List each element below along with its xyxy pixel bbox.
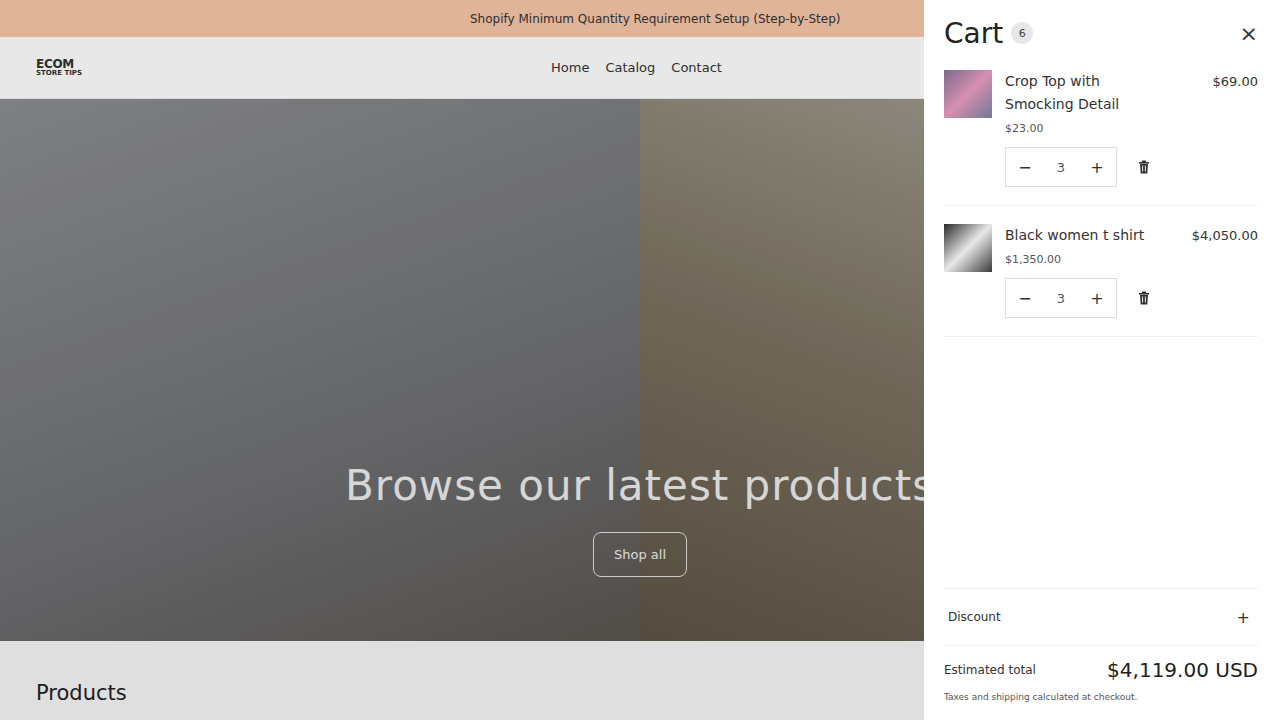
increase-button[interactable]: + [1082, 289, 1112, 308]
line-total: $69.00 [1213, 70, 1259, 135]
cart-count-badge: 6 [1011, 22, 1033, 44]
decrease-button[interactable]: − [1010, 158, 1040, 177]
cart-totals: Estimated total $4,119.00 USD Taxes and sh… [944, 646, 1258, 720]
close-button[interactable]: × [1240, 21, 1258, 46]
product-name[interactable]: Black women t shirt [1005, 224, 1144, 247]
cart-header: Cart 6 × [944, 0, 1258, 52]
cart-items: Crop Top with Smocking Detail $23.00 $69.0… [944, 52, 1258, 588]
product-name[interactable]: Crop Top with Smocking Detail [1005, 70, 1170, 116]
cart-title: Cart [944, 17, 1003, 50]
tax-note: Taxes and shipping calculated at checkou… [944, 692, 1258, 702]
discount-toggle[interactable]: + [1237, 608, 1250, 627]
product-thumbnail[interactable] [944, 70, 992, 118]
discount-label: Discount [948, 610, 1001, 624]
increase-button[interactable]: + [1082, 158, 1112, 177]
discount-row[interactable]: Discount + [944, 588, 1258, 646]
quantity-stepper: − 3 + [1005, 278, 1117, 318]
quantity-input[interactable]: 3 [1057, 160, 1065, 175]
trash-icon[interactable] [1137, 291, 1151, 305]
cart-item: Black women t shirt $1,350.00 $4,050.00 − 3 + [944, 224, 1258, 337]
total-label: Estimated total [944, 663, 1036, 677]
total-amount: $4,119.00 USD [1107, 658, 1258, 682]
unit-price: $23.00 [1005, 122, 1170, 135]
quantity-stepper: − 3 + [1005, 147, 1117, 187]
unit-price: $1,350.00 [1005, 253, 1144, 266]
store-screen: Shopify Minimum Quantity Requirement Set… [0, 0, 1280, 720]
decrease-button[interactable]: − [1010, 289, 1040, 308]
line-total: $4,050.00 [1192, 224, 1258, 266]
cart-item: Crop Top with Smocking Detail $23.00 $69.0… [944, 70, 1258, 206]
product-thumbnail[interactable] [944, 224, 992, 272]
quantity-input[interactable]: 3 [1057, 291, 1065, 306]
trash-icon[interactable] [1137, 160, 1151, 174]
cart-drawer: Cart 6 × Crop Top with Smocking Detail $23.0… [924, 0, 1280, 720]
